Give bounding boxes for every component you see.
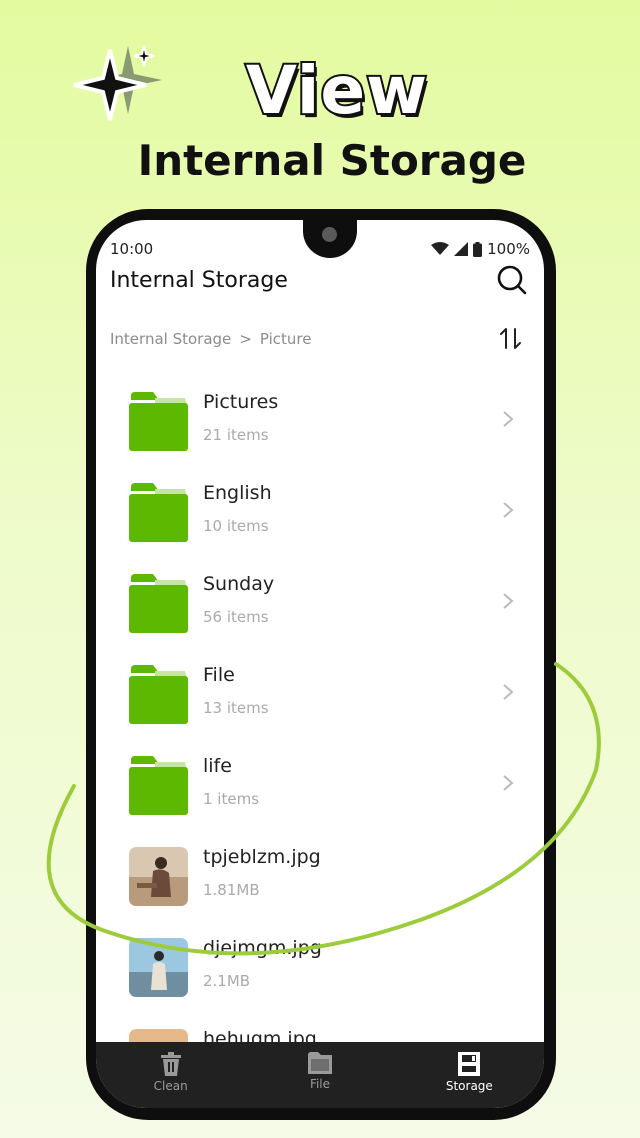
- app-bar-title: Internal Storage: [110, 268, 288, 293]
- chevron-right-icon: [503, 502, 514, 518]
- image-thumbnail: [129, 847, 188, 906]
- bottom-navigation: Clean File Storage: [96, 1042, 544, 1108]
- sort-icon[interactable]: [498, 326, 524, 352]
- status-icons: 100%: [431, 240, 530, 258]
- item-name: tpjeblzm.jpg: [203, 846, 321, 868]
- folder-icon: [129, 574, 188, 633]
- item-meta: 13 items: [203, 699, 269, 717]
- folder-icon: [129, 483, 188, 542]
- item-name: life: [203, 755, 232, 777]
- chevron-right-icon: [503, 684, 514, 700]
- chevron-right-icon: [503, 411, 514, 427]
- list-item[interactable]: Sunday 56 items: [96, 550, 544, 641]
- item-name: File: [203, 664, 235, 686]
- list-item[interactable]: life 1 items: [96, 732, 544, 823]
- search-icon[interactable]: [496, 264, 528, 296]
- breadcrumb-separator: >: [239, 330, 252, 348]
- status-time: 10:00: [110, 240, 154, 258]
- sd-card-icon: [458, 1052, 481, 1076]
- battery-icon: [473, 241, 483, 257]
- item-name: English: [203, 482, 272, 504]
- item-meta: 1.81MB: [203, 881, 260, 899]
- nav-storage[interactable]: Storage: [395, 1042, 544, 1108]
- folder-nav-icon: [307, 1052, 332, 1074]
- trash-icon: [160, 1052, 181, 1076]
- nav-storage-label: Storage: [445, 1079, 493, 1093]
- signal-icon: [454, 242, 469, 256]
- item-meta: 21 items: [203, 426, 269, 444]
- breadcrumb-current: Picture: [259, 330, 312, 348]
- nav-file-label: File: [309, 1077, 331, 1091]
- phone-screen: 10:00 100% Internal Storage Internal Sto…: [96, 220, 544, 1108]
- item-name: Pictures: [203, 391, 279, 413]
- folder-icon: [129, 392, 188, 451]
- folder-icon: [129, 665, 188, 724]
- chevron-right-icon: [503, 593, 514, 609]
- list-item[interactable]: Pictures 21 items: [96, 368, 544, 459]
- battery-percent: 100%: [487, 240, 530, 258]
- item-meta: 56 items: [203, 608, 269, 626]
- nav-file[interactable]: File: [245, 1042, 394, 1108]
- status-bar: 10:00 100%: [110, 240, 530, 260]
- chevron-right-icon: [503, 775, 514, 791]
- item-name: djejmgm.jpg: [203, 937, 322, 959]
- item-name: Sunday: [203, 573, 275, 595]
- nav-clean[interactable]: Clean: [96, 1042, 245, 1108]
- image-thumbnail: [129, 938, 188, 997]
- item-meta: 2.1MB: [203, 972, 251, 990]
- promo-subheadline: Internal Storage: [137, 136, 527, 185]
- nav-clean-label: Clean: [153, 1079, 188, 1093]
- list-item[interactable]: tpjeblzm.jpg 1.81MB: [96, 823, 544, 914]
- folder-icon: [129, 756, 188, 815]
- wifi-icon: [431, 242, 450, 255]
- list-item[interactable]: File 13 items: [96, 641, 544, 732]
- list-item[interactable]: djejmgm.jpg 2.1MB: [96, 914, 544, 1005]
- item-meta: 10 items: [203, 517, 269, 535]
- breadcrumb-root[interactable]: Internal Storage: [110, 330, 231, 348]
- breadcrumb: Internal Storage > Picture: [110, 330, 311, 348]
- list-item[interactable]: English 10 items: [96, 459, 544, 550]
- item-meta: 1 items: [203, 790, 260, 808]
- phone-frame: 10:00 100% Internal Storage Internal Sto…: [86, 209, 556, 1120]
- promo-headline: View: [244, 50, 429, 131]
